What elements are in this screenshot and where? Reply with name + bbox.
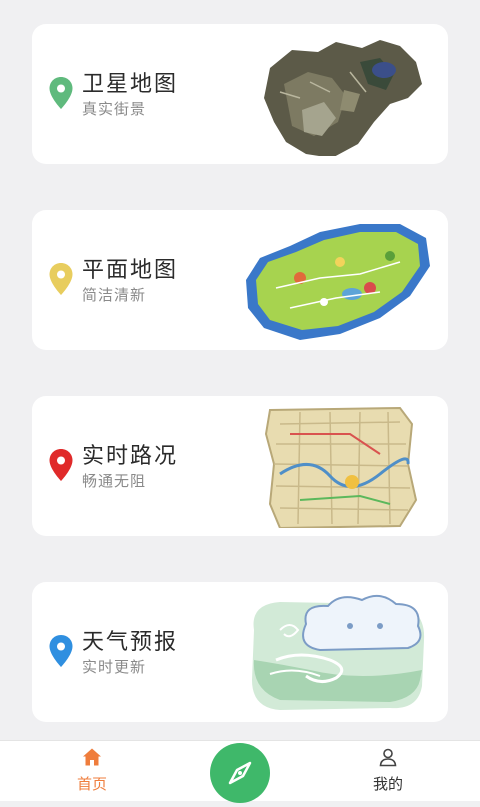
traffic-map-thumbnail bbox=[240, 404, 436, 528]
card-satellite-map[interactable]: 卫星地图 真实街景 bbox=[32, 24, 448, 164]
map-pin-icon bbox=[49, 635, 73, 667]
card-subtitle: 真实街景 bbox=[82, 100, 147, 118]
user-icon bbox=[379, 748, 397, 767]
card-title: 平面地图 bbox=[82, 258, 179, 283]
card-weather[interactable]: 天气预报 实时更新 bbox=[32, 582, 448, 722]
tab-home-label: 首页 bbox=[76, 775, 107, 793]
satellite-map-thumbnail bbox=[240, 32, 436, 156]
map-pin-icon bbox=[49, 263, 73, 295]
card-subtitle: 实时更新 bbox=[82, 658, 147, 676]
map-pin-icon bbox=[49, 449, 73, 481]
flat-map-thumbnail bbox=[240, 218, 436, 342]
tab-mine[interactable]: 我的 bbox=[328, 741, 448, 801]
map-pin-icon bbox=[49, 77, 73, 109]
compass-icon bbox=[228, 761, 252, 785]
card-title: 实时路况 bbox=[82, 444, 179, 469]
tab-mine-label: 我的 bbox=[372, 775, 403, 793]
card-title: 卫星地图 bbox=[82, 72, 179, 97]
compass-button[interactable] bbox=[210, 743, 270, 803]
card-title: 天气预报 bbox=[82, 630, 179, 655]
card-subtitle: 畅通无阻 bbox=[82, 472, 147, 490]
home-icon bbox=[83, 748, 101, 766]
card-subtitle: 简洁清新 bbox=[82, 286, 147, 304]
weather-thumbnail bbox=[240, 590, 436, 714]
card-traffic[interactable]: 实时路况 畅通无阻 bbox=[32, 396, 448, 536]
card-flat-map[interactable]: 平面地图 简洁清新 bbox=[32, 210, 448, 350]
tab-home[interactable]: 首页 bbox=[32, 741, 152, 801]
